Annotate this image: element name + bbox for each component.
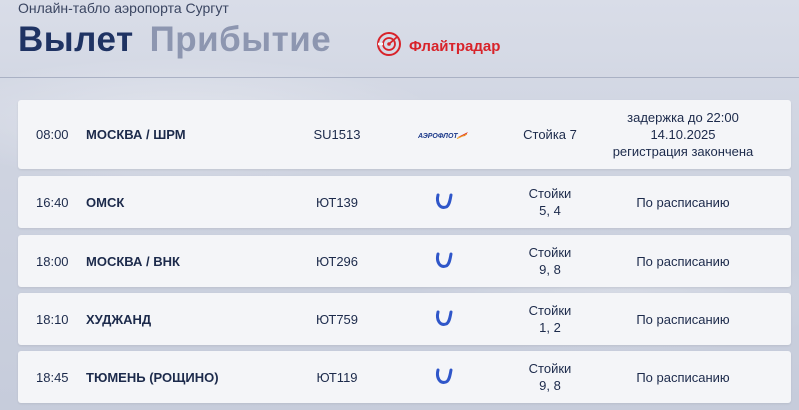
- flight-number: ЮТ119: [316, 369, 358, 385]
- flight-status: По расписанию: [636, 253, 730, 269]
- flight-number: ЮТ296: [315, 253, 359, 269]
- flight-row[interactable]: 18:00 МОСКВА / ВНК ЮТ296 Стойки 9, 8 По …: [18, 235, 791, 287]
- flight-row[interactable]: 18:10 ХУДЖАНД ЮТ759 Стойки 1, 2 По распи…: [18, 293, 791, 345]
- departure-time: 08:00: [36, 127, 69, 142]
- page-subtitle: Онлайн-табло аэропорта Сургут: [18, 0, 229, 16]
- departure-time: 18:45: [36, 369, 69, 385]
- flightradar-label: Флайтрадар: [409, 38, 501, 55]
- utair-logo-icon: [414, 176, 474, 228]
- flight-number: ЮТ759: [315, 311, 359, 327]
- flightradar-link[interactable]: Флайтрадар: [375, 30, 500, 63]
- destination: ХУДЖАНД: [86, 311, 152, 327]
- svg-text:АЭРОФЛОТ: АЭРОФЛОТ: [418, 133, 458, 140]
- checkin-desk: Стойки 5, 4: [528, 186, 572, 218]
- checkin-desk: Стойка 7: [523, 127, 577, 142]
- utair-logo-icon: [414, 293, 474, 345]
- direction-tabs: Вылет Прибытие: [18, 20, 331, 60]
- checkin-desk: Стойки 1, 2: [528, 303, 572, 335]
- departure-time: 18:00: [36, 253, 69, 269]
- flight-number: ЮТ139: [315, 194, 359, 210]
- destination: МОСКВА / ШРМ: [86, 127, 186, 142]
- header-divider: [0, 77, 799, 78]
- board-header: Онлайн-табло аэропорта Сургут Вылет Приб…: [18, 0, 798, 80]
- flight-status: По расписанию: [636, 311, 730, 327]
- aeroflot-logo-icon: АЭРОФЛОТ: [414, 100, 474, 169]
- flight-status: задержка до 22:00 14.10.2025 регистрация…: [612, 110, 754, 159]
- departure-time: 18:10: [36, 311, 69, 327]
- flight-status: По расписанию: [636, 369, 730, 385]
- destination: МОСКВА / ВНК: [86, 253, 180, 269]
- checkin-desk: Стойки 9, 8: [528, 361, 572, 393]
- destination: ОМСК: [86, 194, 125, 210]
- flight-row[interactable]: 18:45 ТЮМЕНЬ (РОЩИНО) ЮТ119 Стойки 9, 8 …: [18, 351, 791, 403]
- destination: ТЮМЕНЬ (РОЩИНО): [86, 369, 219, 385]
- flight-status: По расписанию: [636, 194, 730, 210]
- tab-arrivals[interactable]: Прибытие: [150, 20, 332, 60]
- flightradar-icon: [375, 30, 403, 63]
- checkin-desk: Стойки 9, 8: [528, 245, 572, 277]
- utair-logo-icon: [414, 351, 474, 403]
- tab-departures[interactable]: Вылет: [18, 20, 134, 60]
- departure-time: 16:40: [36, 194, 69, 210]
- flight-number: SU1513: [313, 127, 361, 142]
- flight-row[interactable]: 16:40 ОМСК ЮТ139 Стойки 5, 4 По расписан…: [18, 176, 791, 228]
- utair-logo-icon: [414, 235, 474, 287]
- flight-row[interactable]: 08:00 МОСКВА / ШРМ SU1513 АЭРОФЛОТ Стойк…: [18, 100, 791, 169]
